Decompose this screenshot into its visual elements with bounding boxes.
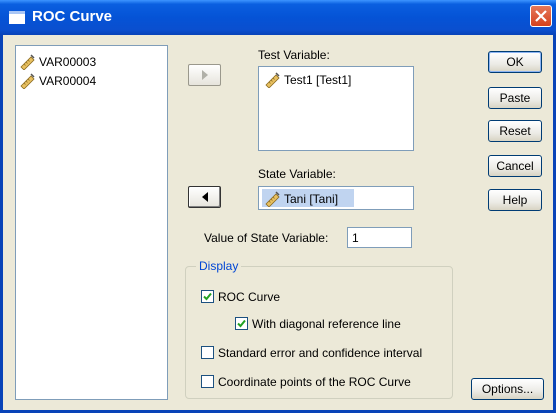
close-icon (535, 10, 547, 22)
source-variable-list[interactable]: VAR00003 VAR00004 (15, 45, 168, 400)
roc-curve-label: ROC Curve (218, 290, 281, 304)
display-group-label: Display (196, 259, 242, 273)
move-to-test-variable-button[interactable] (188, 64, 221, 86)
list-item[interactable]: Tani [Tani] (265, 191, 338, 207)
arrow-left-icon (202, 192, 208, 202)
state-variable-value: Tani [Tani] (284, 192, 339, 206)
standard-error-label: Standard error and confidence interval (218, 346, 423, 360)
options-button[interactable]: Options... (471, 378, 544, 400)
standard-error-checkbox[interactable] (201, 346, 214, 359)
ruler-pencil-icon (265, 191, 280, 207)
test-variable-list[interactable]: Test1 [Test1] (258, 66, 414, 151)
state-value-label: Value of State Variable: (204, 231, 329, 245)
state-variable-field[interactable]: Tani [Tani] (258, 186, 414, 210)
diagonal-reference-checkbox[interactable] (235, 317, 248, 330)
variable-label: VAR00003 (39, 55, 97, 69)
window-title: ROC Curve (32, 8, 113, 25)
state-variable-label: State Variable: (258, 167, 336, 181)
list-item[interactable]: Test1 [Test1] (265, 72, 351, 88)
state-value-input[interactable]: 1 (347, 227, 412, 248)
checkmark-icon (237, 319, 246, 328)
close-button[interactable] (530, 5, 552, 27)
list-item[interactable]: VAR00003 (20, 54, 96, 70)
diagonal-reference-label: With diagonal reference line (252, 317, 401, 331)
move-from-state-variable-button[interactable] (188, 186, 221, 208)
arrow-right-icon (202, 70, 208, 80)
help-button[interactable]: Help (488, 189, 542, 211)
test-variable-label: Test Variable: (258, 48, 330, 62)
ruler-pencil-icon (20, 54, 35, 70)
checkmark-icon (203, 292, 212, 301)
reset-button[interactable]: Reset (488, 120, 542, 142)
cancel-button[interactable]: Cancel (488, 155, 542, 177)
coordinate-points-label: Coordinate points of the ROC Curve (218, 375, 411, 389)
ruler-pencil-icon (265, 72, 280, 88)
roc-curve-checkbox[interactable] (201, 290, 214, 303)
list-item[interactable]: VAR00004 (20, 73, 96, 89)
coordinate-points-checkbox[interactable] (201, 375, 214, 388)
title-bar[interactable]: ROC Curve (0, 0, 556, 35)
window-icon (9, 11, 25, 24)
variable-label: VAR00004 (39, 74, 97, 88)
state-value-text: 1 (352, 231, 359, 245)
ruler-pencil-icon (20, 73, 35, 89)
paste-button[interactable]: Paste (488, 87, 542, 109)
ok-button[interactable]: OK (488, 51, 542, 73)
test-variable-item: Test1 [Test1] (284, 73, 352, 87)
